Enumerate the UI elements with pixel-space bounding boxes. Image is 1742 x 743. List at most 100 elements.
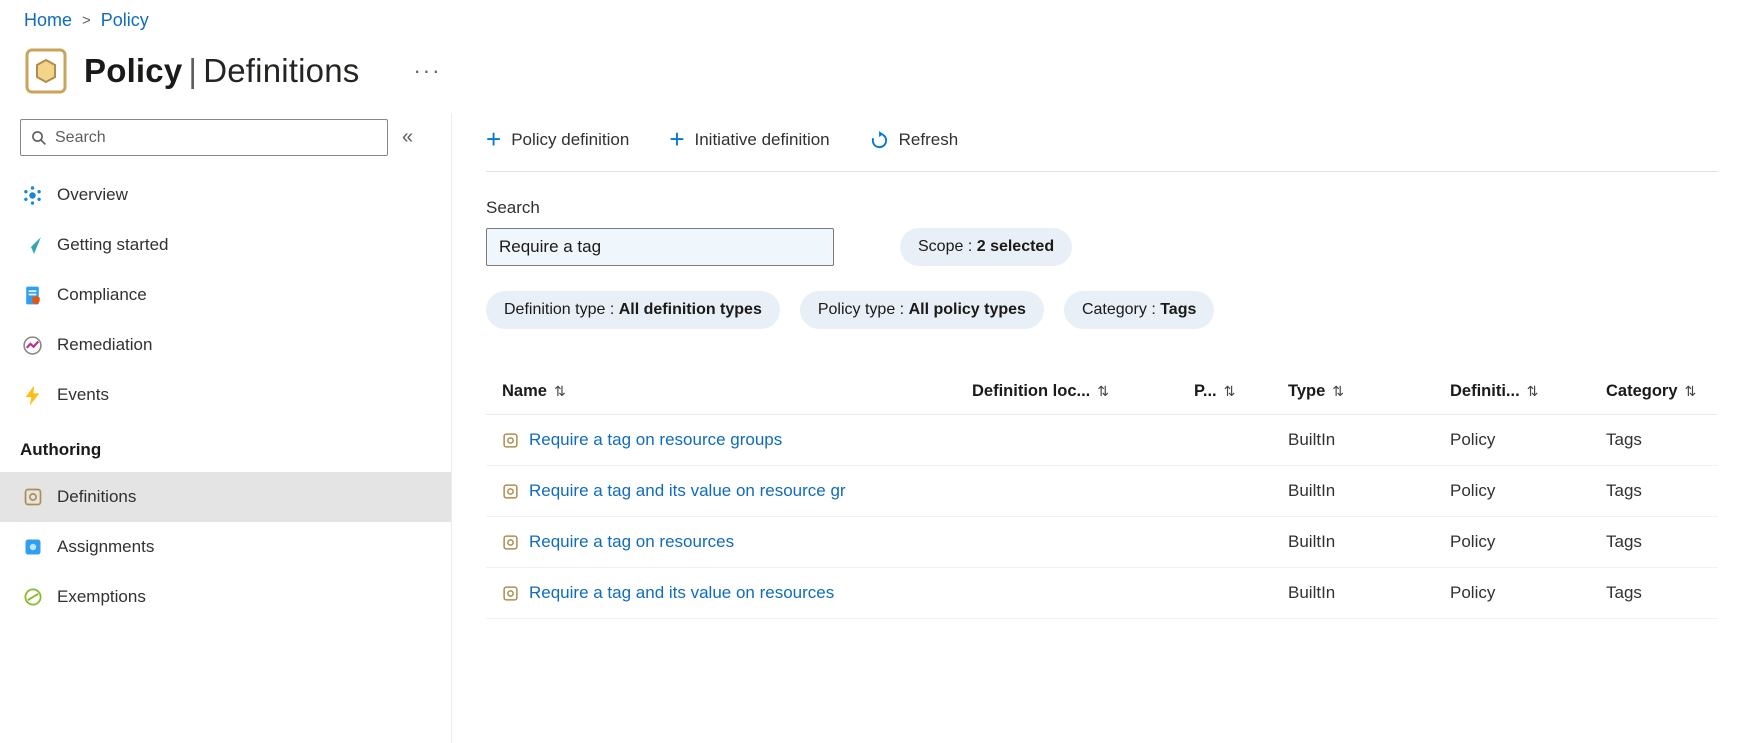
sidebar-item-label: Remediation xyxy=(57,335,153,354)
column-header-definition-location[interactable]: Definition loc... ⇅ xyxy=(956,382,1178,401)
command-bar-divider xyxy=(486,171,1718,172)
sidebar-item-label: Overview xyxy=(57,185,128,204)
page-title: Policy | Definitions xyxy=(84,52,360,89)
table-row[interactable]: Require a tag on resource groups BuiltIn… xyxy=(486,415,1718,466)
getting-started-icon xyxy=(22,235,43,256)
search-filter-label: Search xyxy=(486,198,540,217)
sidebar-item-label: Getting started xyxy=(57,235,169,254)
sidebar-search-row: « xyxy=(0,119,451,156)
sidebar-item-remediation[interactable]: Remediation xyxy=(0,320,451,370)
page-header: Home > Policy Policy | Definitions ··· xyxy=(0,0,1742,95)
sort-icon: ⇅ xyxy=(553,383,566,399)
more-options-button[interactable]: ··· xyxy=(407,56,447,86)
sidebar-collapse-button[interactable]: « xyxy=(402,126,413,149)
sidebar: « Overview xyxy=(0,113,452,743)
name-cell: Require a tag and its value on resources xyxy=(486,583,956,603)
refresh-icon xyxy=(871,130,887,148)
type-cell: BuiltIn xyxy=(1288,583,1336,602)
breadcrumb-separator: > xyxy=(82,12,91,29)
breadcrumb-policy-link[interactable]: Policy xyxy=(101,10,149,31)
exemptions-icon xyxy=(22,587,43,608)
policy-definition-button[interactable]: + Policy definition xyxy=(486,123,629,154)
sort-icon: ⇅ xyxy=(1332,383,1345,399)
compliance-icon xyxy=(22,285,43,306)
column-header-definition[interactable]: Definiti... ⇅ xyxy=(1434,382,1590,401)
policy-row-icon xyxy=(503,585,518,601)
definition-cell: Policy xyxy=(1450,481,1496,500)
definition-cell: Policy xyxy=(1450,583,1496,602)
definition-link[interactable]: Require a tag and its value on resource … xyxy=(529,481,846,501)
sort-icon: ⇅ xyxy=(1223,383,1236,399)
type-cell: BuiltIn xyxy=(1288,430,1336,449)
initiative-definition-button[interactable]: + Initiative definition xyxy=(669,123,829,154)
category-cell: Tags xyxy=(1606,583,1642,602)
main-panel: + Policy definition + Initiative definit… xyxy=(452,113,1742,743)
search-icon xyxy=(32,130,46,145)
name-cell: Require a tag on resources xyxy=(486,532,956,552)
assignments-icon xyxy=(22,537,43,558)
definitions-table: Name ⇅ Definition loc... ⇅ P... ⇅ Type ⇅ Def… xyxy=(486,369,1718,619)
breadcrumb-home-link[interactable]: Home xyxy=(24,10,72,31)
sidebar-item-label: Events xyxy=(57,385,109,404)
category-cell: Tags xyxy=(1606,430,1642,449)
definition-cell: Policy xyxy=(1450,532,1496,551)
sort-icon: ⇅ xyxy=(1684,383,1697,399)
column-header-name[interactable]: Name ⇅ xyxy=(486,382,956,401)
title-row: Policy | Definitions ··· xyxy=(24,47,1742,95)
refresh-button[interactable]: Refresh xyxy=(870,130,958,150)
command-bar: + Policy definition + Initiative definit… xyxy=(486,117,1718,163)
definition-type-filter-pill[interactable]: Definition type : All definition types xyxy=(486,291,780,329)
remediation-icon xyxy=(22,335,43,356)
definition-link[interactable]: Require a tag on resource groups xyxy=(529,430,782,450)
sidebar-item-events[interactable]: Events xyxy=(0,370,451,420)
content: « Overview xyxy=(0,113,1742,743)
type-cell: BuiltIn xyxy=(1288,481,1336,500)
table-row[interactable]: Require a tag and its value on resources… xyxy=(486,568,1718,619)
category-cell: Tags xyxy=(1606,532,1642,551)
table-header-row: Name ⇅ Definition loc... ⇅ P... ⇅ Type ⇅ Def… xyxy=(486,369,1718,415)
policy-row-icon xyxy=(503,483,518,499)
sort-icon: ⇅ xyxy=(1097,383,1109,399)
definitions-icon xyxy=(22,487,43,508)
add-icon: + xyxy=(486,123,502,154)
table-row[interactable]: Require a tag on resources BuiltIn Polic… xyxy=(486,517,1718,568)
sidebar-item-getting-started[interactable]: Getting started xyxy=(0,220,451,270)
policy-row-icon xyxy=(503,432,518,448)
sidebar-item-definitions[interactable]: Definitions xyxy=(0,472,451,522)
column-header-type[interactable]: Type ⇅ xyxy=(1272,382,1434,401)
events-icon xyxy=(22,385,43,406)
name-cell: Require a tag on resource groups xyxy=(486,430,956,450)
definition-link[interactable]: Require a tag on resources xyxy=(529,532,734,552)
add-icon: + xyxy=(669,123,685,154)
filter-area: Search Scope : 2 selected Definition typ… xyxy=(486,198,1718,329)
sidebar-item-label: Definitions xyxy=(57,487,137,506)
definition-search-input[interactable] xyxy=(486,228,834,266)
column-header-category[interactable]: Category ⇅ xyxy=(1590,382,1718,401)
table-row[interactable]: Require a tag and its value on resource … xyxy=(486,466,1718,517)
category-cell: Tags xyxy=(1606,481,1642,500)
sidebar-nav: Overview Getting started Compliance Reme… xyxy=(0,170,451,622)
column-header-policies[interactable]: P... ⇅ xyxy=(1178,382,1272,401)
sidebar-searchbox[interactable] xyxy=(20,119,388,156)
policy-page-icon xyxy=(25,48,67,94)
sidebar-section-authoring: Authoring xyxy=(20,440,102,459)
sort-icon: ⇅ xyxy=(1526,383,1539,399)
type-cell: BuiltIn xyxy=(1288,532,1336,551)
policy-type-filter-pill[interactable]: Policy type : All policy types xyxy=(799,291,1044,329)
definition-link[interactable]: Require a tag and its value on resources xyxy=(529,583,834,603)
sidebar-item-label: Exemptions xyxy=(57,587,146,606)
category-filter-pill[interactable]: Category : Tags xyxy=(1063,291,1215,329)
filter-row-2: Definition type : All definition types P… xyxy=(486,291,1718,329)
sidebar-item-exemptions[interactable]: Exemptions xyxy=(0,572,451,622)
sidebar-item-assignments[interactable]: Assignments xyxy=(0,522,451,572)
name-cell: Require a tag and its value on resource … xyxy=(486,481,956,501)
definition-cell: Policy xyxy=(1450,430,1496,449)
sidebar-item-label: Assignments xyxy=(57,537,155,556)
sidebar-item-overview[interactable]: Overview xyxy=(0,170,451,220)
overview-icon xyxy=(22,185,43,206)
sidebar-item-label: Compliance xyxy=(57,285,147,304)
scope-filter-pill[interactable]: Scope : 2 selected xyxy=(900,228,1073,266)
breadcrumb: Home > Policy xyxy=(24,10,1742,31)
sidebar-search-input[interactable] xyxy=(55,128,377,147)
sidebar-item-compliance[interactable]: Compliance xyxy=(0,270,451,320)
